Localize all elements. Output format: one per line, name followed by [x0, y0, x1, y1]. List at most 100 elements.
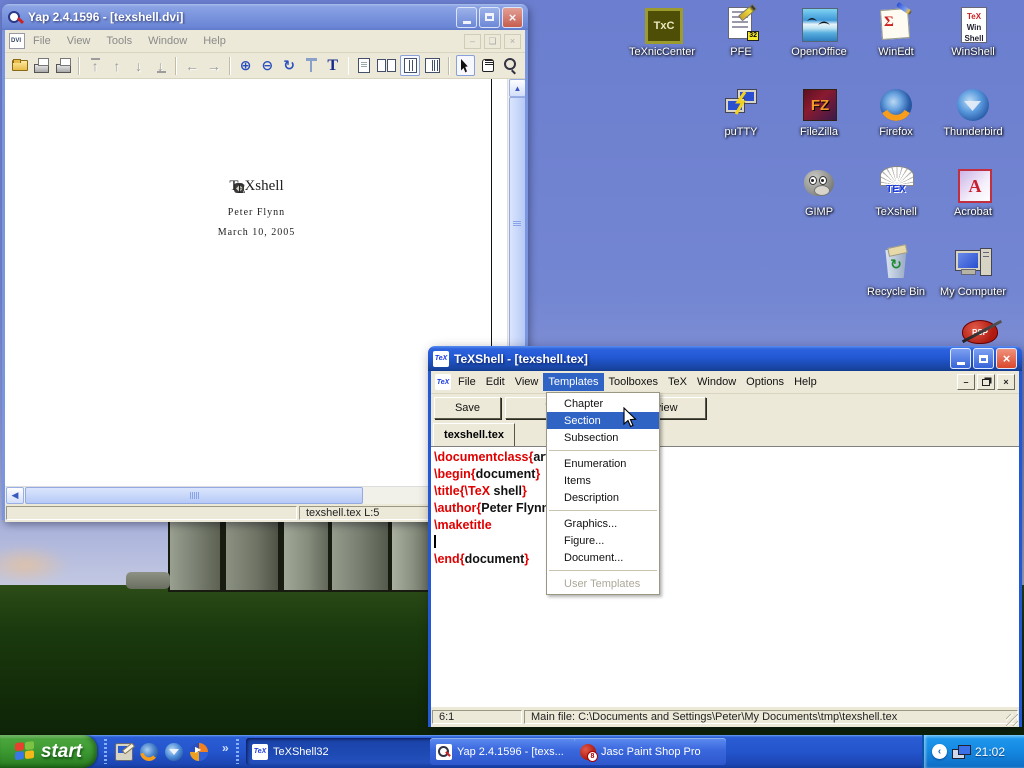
mdi-restore-icon[interactable]: ❏ — [484, 34, 501, 49]
desktop-icon-recycle-bin[interactable]: ↻ Recycle Bin — [858, 246, 934, 298]
continuous-facing-view-icon[interactable] — [424, 56, 442, 75]
magnifier-tool-icon[interactable] — [501, 56, 519, 75]
mdi-minimize-icon[interactable]: – — [957, 374, 975, 390]
network-tray-icon[interactable] — [952, 744, 970, 760]
resize-grip[interactable] — [1006, 714, 1018, 726]
yap-menu-window[interactable]: Window — [140, 32, 195, 50]
horizontal-scroll-thumb[interactable] — [25, 487, 363, 504]
menu-item-figure[interactable]: Figure... — [547, 532, 659, 549]
texshell-menu-window[interactable]: Window — [692, 373, 741, 391]
menu-item-items[interactable]: Items — [547, 472, 659, 489]
menu-item-user-templates[interactable]: User Templates — [547, 575, 659, 592]
pfe-icon: 32 — [721, 6, 761, 44]
texshell-document-icon — [435, 374, 451, 390]
single-page-view-icon[interactable] — [355, 56, 373, 75]
texshell-menu-tex[interactable]: TeX — [663, 373, 692, 391]
menu-item-enumeration[interactable]: Enumeration — [547, 455, 659, 472]
desktop-icon-winshell[interactable]: TeX Win Shell WinShell — [935, 6, 1011, 58]
texshell-titlebar[interactable]: TeXShell - [texshell.tex] × — [428, 346, 1022, 371]
yap-maximize-button[interactable] — [479, 7, 500, 28]
continuous-view-icon[interactable] — [400, 55, 420, 76]
hand-tool-icon[interactable] — [479, 56, 497, 75]
texshell-menu-templates[interactable]: Templates — [543, 373, 603, 391]
desktop-icon-putty[interactable]: puTTY — [703, 86, 779, 138]
zoom-in-icon[interactable]: ⊕ — [237, 56, 255, 75]
print-icon[interactable] — [33, 56, 51, 75]
desktop-icon-acrobat[interactable]: A Acrobat — [935, 166, 1011, 218]
menu-item-document[interactable]: Document... — [547, 549, 659, 566]
horizon-glow — [0, 545, 70, 585]
toolbar-handle[interactable] — [236, 739, 239, 764]
menu-item-subsection[interactable]: Subsection — [547, 429, 659, 446]
text-tool-icon[interactable]: T — [324, 56, 342, 75]
desktop-icon-winedt[interactable]: Σ WinEdt — [858, 6, 934, 58]
taskbar-button-yap-2-4-1596-texs[interactable]: Yap 2.4.1596 - [texs... — [430, 738, 582, 765]
facing-page-view-icon[interactable] — [377, 56, 396, 75]
show-desktop-icon[interactable] — [115, 743, 133, 761]
mdi-close-icon[interactable]: × — [504, 34, 521, 49]
yap-menu-help[interactable]: Help — [195, 32, 234, 50]
mdi-close-icon[interactable]: × — [997, 374, 1015, 390]
texshell-close-button[interactable]: × — [996, 348, 1017, 369]
tab-texshell-tex[interactable]: texshell.tex — [433, 423, 515, 447]
yap-menu-tools[interactable]: Tools — [98, 32, 140, 50]
first-page-icon[interactable]: ↑ — [86, 56, 104, 75]
scroll-up-icon[interactable]: ▲ — [509, 79, 525, 97]
quicklaunch-overflow-chevron[interactable]: » — [222, 741, 229, 755]
texshell-menu-toolboxes[interactable]: Toolboxes — [604, 373, 664, 391]
toolbar-handle[interactable] — [104, 739, 107, 764]
yap-minimize-button[interactable] — [456, 7, 477, 28]
texshell-menu-help[interactable]: Help — [789, 373, 822, 391]
thunderbird-quicklaunch-icon[interactable] — [165, 743, 183, 761]
desktop-icon-gimp[interactable]: GIMP — [781, 166, 857, 218]
editor-line: \maketitle — [434, 517, 1019, 534]
desktop-icon-filezilla[interactable]: FZ FileZilla — [781, 86, 857, 138]
yap-menu-view[interactable]: View — [59, 32, 99, 50]
texshell-menu-edit[interactable]: Edit — [481, 373, 510, 391]
forward-icon[interactable]: → — [205, 56, 223, 75]
taskbar-button-texshell32[interactable]: TeXShell32 — [246, 738, 438, 765]
mdi-restore-icon[interactable] — [977, 374, 995, 390]
putty-icon — [721, 86, 761, 124]
print-all-icon[interactable] — [55, 56, 73, 75]
last-page-icon[interactable]: ↓ — [152, 56, 170, 75]
zoom-out-icon[interactable]: ⊖ — [258, 56, 276, 75]
menu-item-chapter[interactable]: Chapter — [547, 395, 659, 412]
texshell-statusbar: 6:1 Main file: C:\Documents and Settings… — [431, 707, 1019, 727]
desktop-icon-pfe[interactable]: 32 PFE — [703, 6, 779, 58]
yap-menu-file[interactable]: File — [25, 32, 59, 50]
menu-item-section[interactable]: Section — [547, 412, 659, 429]
open-file-icon[interactable] — [11, 56, 29, 75]
mdi-minimize-icon[interactable]: – — [464, 34, 481, 49]
media-player-quicklaunch-icon[interactable] — [190, 743, 208, 761]
texshell-editor[interactable]: \documentclass{article}\begin{document}\… — [431, 446, 1019, 707]
scroll-left-icon[interactable]: ◀ — [6, 487, 24, 504]
desktop-icon-thunderbird[interactable]: Thunderbird — [935, 86, 1011, 138]
previous-page-icon[interactable]: ↑ — [108, 56, 126, 75]
desktop-icon-openoffice[interactable]: OpenOffice — [781, 6, 857, 58]
hide-icons-chevron[interactable]: ‹ — [932, 744, 947, 759]
menu-item-graphics[interactable]: Graphics... — [547, 515, 659, 532]
texshell-menu-options[interactable]: Options — [741, 373, 789, 391]
texshell-minimize-button[interactable] — [950, 348, 971, 369]
texshell-maximize-button[interactable] — [973, 348, 994, 369]
refresh-icon[interactable]: ↻ — [280, 56, 298, 75]
desktop-icon-firefox[interactable]: Firefox — [858, 86, 934, 138]
desktop-icon-texniccenter[interactable]: TxC TeXnicCenter — [624, 6, 700, 58]
back-icon[interactable]: ← — [183, 56, 201, 75]
taskbar-button-jasc-paint-shop-pro[interactable]: 8Jasc Paint Shop Pro — [574, 738, 726, 765]
menu-item-description[interactable]: Description — [547, 489, 659, 506]
texshell-menu-file[interactable]: File — [453, 373, 481, 391]
yap-close-button[interactable]: × — [502, 7, 523, 28]
desktop-icon-texshell[interactable]: TEX TeXshell — [858, 166, 934, 218]
yap-titlebar[interactable]: Yap 2.4.1596 - [texshell.dvi] × — [2, 4, 528, 30]
vertical-scroll-thumb[interactable] — [509, 97, 525, 349]
start-button[interactable]: start — [0, 735, 97, 768]
select-tool-icon[interactable] — [456, 55, 476, 76]
texshell-menu-view[interactable]: View — [510, 373, 544, 391]
ruler-tool-icon[interactable] — [302, 56, 320, 75]
desktop-icon-my-computer[interactable]: My Computer — [935, 246, 1011, 298]
save-button[interactable]: Save — [434, 397, 501, 419]
next-page-icon[interactable]: ↓ — [130, 56, 148, 75]
firefox-quicklaunch-icon[interactable] — [140, 743, 158, 761]
